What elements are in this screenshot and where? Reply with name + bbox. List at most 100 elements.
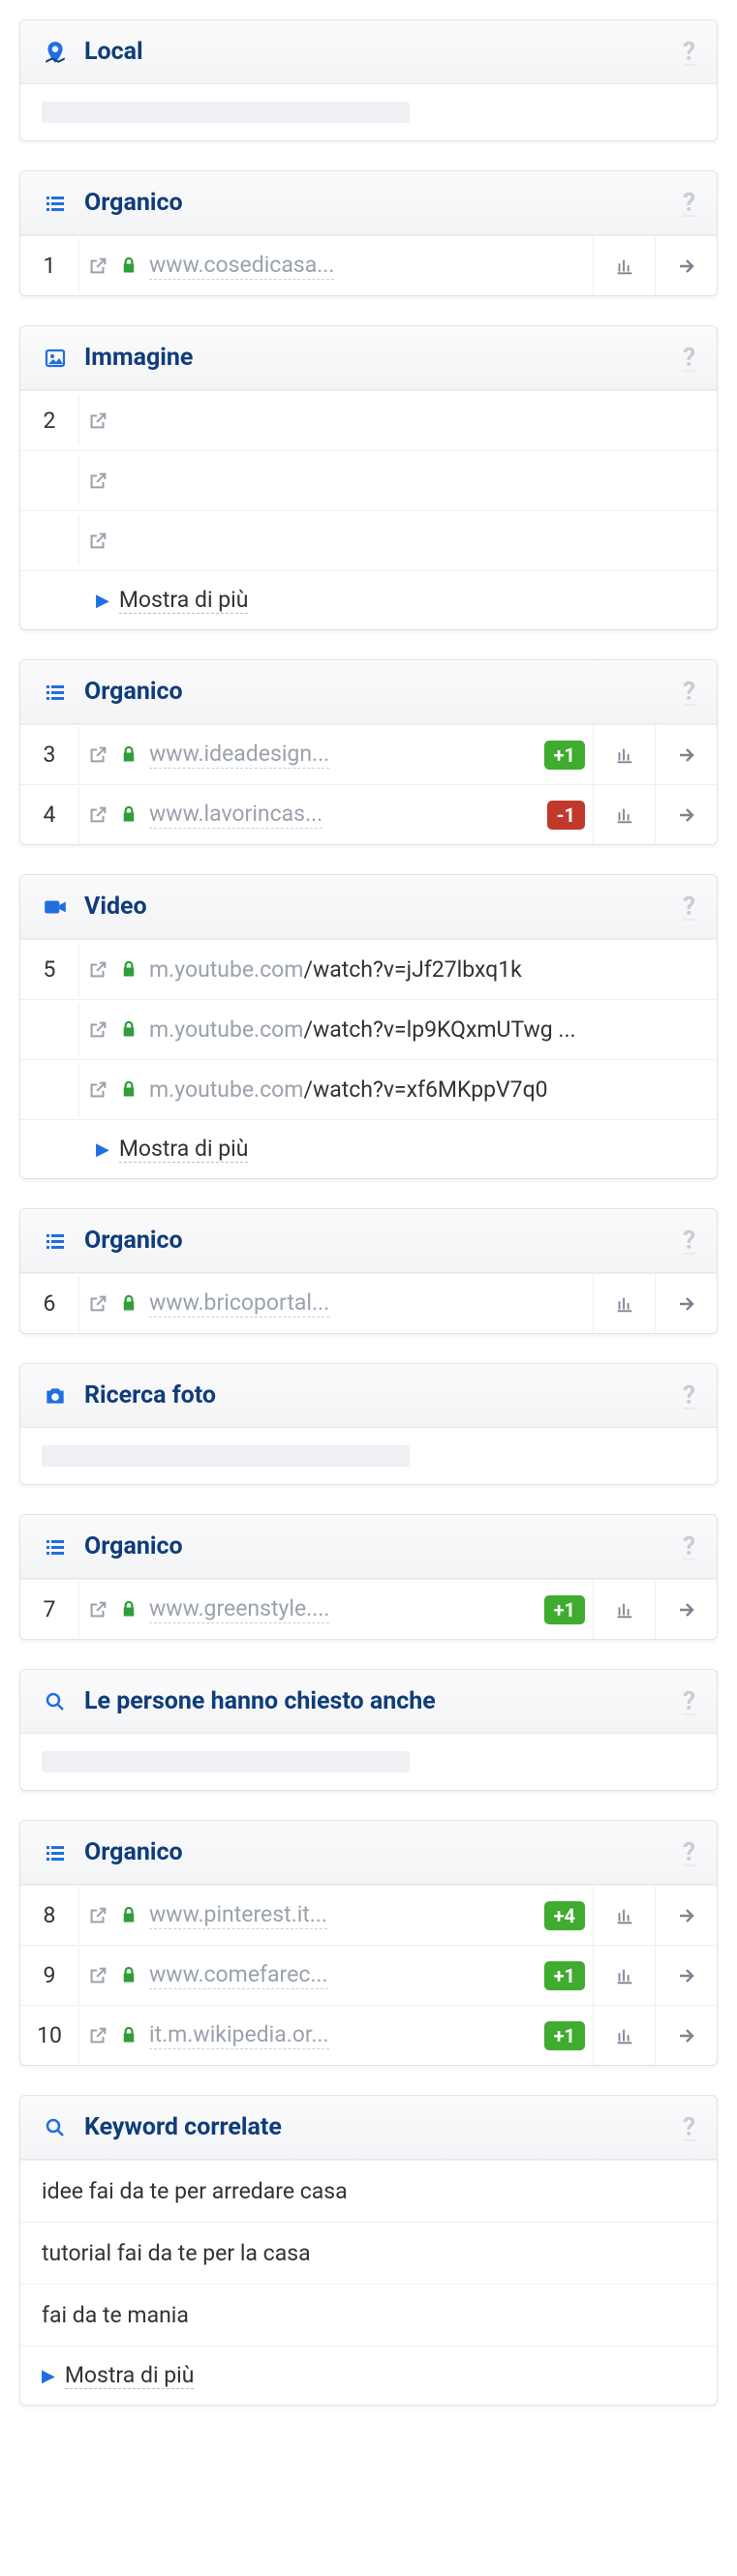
list-icon <box>42 190 69 217</box>
url-cell[interactable]: www.lavorincas... -1 <box>78 787 593 843</box>
show-more-button[interactable]: ▶ Mostra di più <box>20 570 717 629</box>
section-organic: Organico ? 8 www.pinterest.it... +4 9 ww… <box>19 1820 718 2066</box>
external-link-icon <box>87 1965 108 1986</box>
chart-button[interactable] <box>593 2006 655 2065</box>
result-row: 6 www.bricoportal... <box>20 1273 717 1333</box>
url-text: m.youtube.com/watch?v=xf6MKppV7q0 <box>149 1076 548 1103</box>
domain-text: www.bricoportal... <box>149 1289 329 1318</box>
url-cell[interactable] <box>78 397 717 445</box>
section-title: Video <box>84 893 147 921</box>
help-icon[interactable]: ? <box>683 1533 695 1560</box>
url-cell[interactable] <box>78 457 717 505</box>
result-row <box>20 510 717 570</box>
lock-icon <box>120 2026 139 2046</box>
domain-text: www.greenstyle.... <box>149 1595 329 1623</box>
url-cell[interactable]: www.greenstyle.... +1 <box>78 1582 593 1638</box>
help-icon[interactable]: ? <box>683 2114 695 2140</box>
chart-button[interactable] <box>593 785 655 844</box>
arrow-button[interactable] <box>655 2006 717 2065</box>
help-icon[interactable]: ? <box>683 1382 695 1409</box>
show-more-button[interactable]: ▶ Mostra di più <box>20 2346 717 2405</box>
url-cell[interactable]: it.m.wikipedia.or... +1 <box>78 2008 593 2064</box>
help-icon[interactable]: ? <box>683 190 695 216</box>
external-link-icon <box>87 1019 108 1041</box>
section-organic: Organico ? 3 www.ideadesign... +1 4 www.… <box>19 659 718 845</box>
rank-change-badge: +4 <box>544 1901 585 1930</box>
url-cell[interactable]: www.comefarec... +1 <box>78 1948 593 2004</box>
url-cell[interactable]: m.youtube.com/watch?v=xf6MKppV7q0 <box>78 1063 717 1116</box>
section-header: Local ? <box>20 20 717 84</box>
chart-button[interactable] <box>593 725 655 784</box>
list-icon <box>42 1533 69 1561</box>
rank-change-badge: -1 <box>547 801 585 830</box>
help-icon[interactable]: ? <box>683 679 695 705</box>
placeholder-bar <box>42 1751 410 1773</box>
result-row <box>20 450 717 510</box>
section-related-keywords: Keyword correlate ? idee fai da te per a… <box>19 2095 718 2406</box>
url-cell[interactable]: www.pinterest.it... +4 <box>78 1888 593 1944</box>
chart-button[interactable] <box>593 1274 655 1333</box>
url-cell[interactable] <box>78 517 717 565</box>
arrow-button[interactable] <box>655 785 717 844</box>
help-icon[interactable]: ? <box>683 345 695 371</box>
lock-icon <box>120 257 139 276</box>
result-row: 4 www.lavorincas... -1 <box>20 784 717 844</box>
result-row: 9 www.comefarec... +1 <box>20 1945 717 2005</box>
url-cell[interactable]: www.cosedicasa... <box>78 238 593 293</box>
arrow-button[interactable] <box>655 236 717 295</box>
arrow-button[interactable] <box>655 1946 717 2005</box>
chart-button[interactable] <box>593 1580 655 1639</box>
section-title: Immagine <box>84 344 193 372</box>
chart-button[interactable] <box>593 1946 655 2005</box>
placeholder-row <box>20 1734 717 1790</box>
help-icon[interactable]: ? <box>683 1688 695 1714</box>
help-icon[interactable]: ? <box>683 894 695 920</box>
section-image: Immagine ? 2 ▶ Mostra di più <box>19 325 718 630</box>
lock-icon <box>120 1294 139 1314</box>
domain-text: www.ideadesign... <box>149 741 329 769</box>
section-local: Local ? <box>19 19 718 141</box>
result-row: 2 <box>20 390 717 450</box>
arrow-button[interactable] <box>655 1580 717 1639</box>
section-title: Organico <box>84 1838 183 1866</box>
rank-change-badge: +1 <box>544 741 585 770</box>
position: 7 <box>20 1596 78 1622</box>
rank-change-badge: +1 <box>544 2021 585 2050</box>
position: 3 <box>20 742 78 768</box>
help-icon[interactable]: ? <box>683 39 695 65</box>
image-icon <box>42 345 69 372</box>
lock-icon <box>120 1906 139 1925</box>
show-more-button[interactable]: ▶ Mostra di più <box>20 1119 717 1178</box>
keyword-item[interactable]: tutorial fai da te per la casa <box>20 2222 717 2284</box>
arrow-button[interactable] <box>655 725 717 784</box>
section-header: Le persone hanno chiesto anche ? <box>20 1670 717 1734</box>
keyword-item[interactable]: fai da te mania <box>20 2284 717 2346</box>
arrow-button[interactable] <box>655 1886 717 1945</box>
domain-text: www.lavorincas... <box>149 801 322 829</box>
section-title: Organico <box>84 678 183 706</box>
external-link-icon <box>87 410 108 432</box>
chart-button[interactable] <box>593 236 655 295</box>
url-cell[interactable]: www.bricoportal... <box>78 1276 593 1331</box>
section-title: Organico <box>84 189 183 217</box>
result-row: 10 it.m.wikipedia.or... +1 <box>20 2005 717 2065</box>
section-video: Video ? 5 m.youtube.com/watch?v=jJf27lbx… <box>19 874 718 1179</box>
section-title: Organico <box>84 1532 183 1561</box>
keyword-item[interactable]: idee fai da te per arredare casa <box>20 2160 717 2222</box>
url-cell[interactable]: www.ideadesign... +1 <box>78 727 593 783</box>
url-cell[interactable]: m.youtube.com/watch?v=jJf27lbxq1k <box>78 943 717 996</box>
result-row: m.youtube.com/watch?v=lp9KQxmUTwg ... <box>20 999 717 1059</box>
result-row: m.youtube.com/watch?v=xf6MKppV7q0 <box>20 1059 717 1119</box>
help-icon[interactable]: ? <box>683 1227 695 1254</box>
arrow-button[interactable] <box>655 1274 717 1333</box>
url-cell[interactable]: m.youtube.com/watch?v=lp9KQxmUTwg ... <box>78 1003 717 1056</box>
help-icon[interactable]: ? <box>683 1839 695 1865</box>
result-row: 8 www.pinterest.it... +4 <box>20 1885 717 1945</box>
list-icon <box>42 1227 69 1255</box>
chart-button[interactable] <box>593 1886 655 1945</box>
camera-icon <box>42 1382 69 1409</box>
result-row: 1 www.cosedicasa... <box>20 235 717 295</box>
section-organic: Organico ? 7 www.greenstyle.... +1 <box>19 1514 718 1640</box>
section-title: Keyword correlate <box>84 2113 282 2141</box>
result-row: 5 m.youtube.com/watch?v=jJf27lbxq1k <box>20 939 717 999</box>
